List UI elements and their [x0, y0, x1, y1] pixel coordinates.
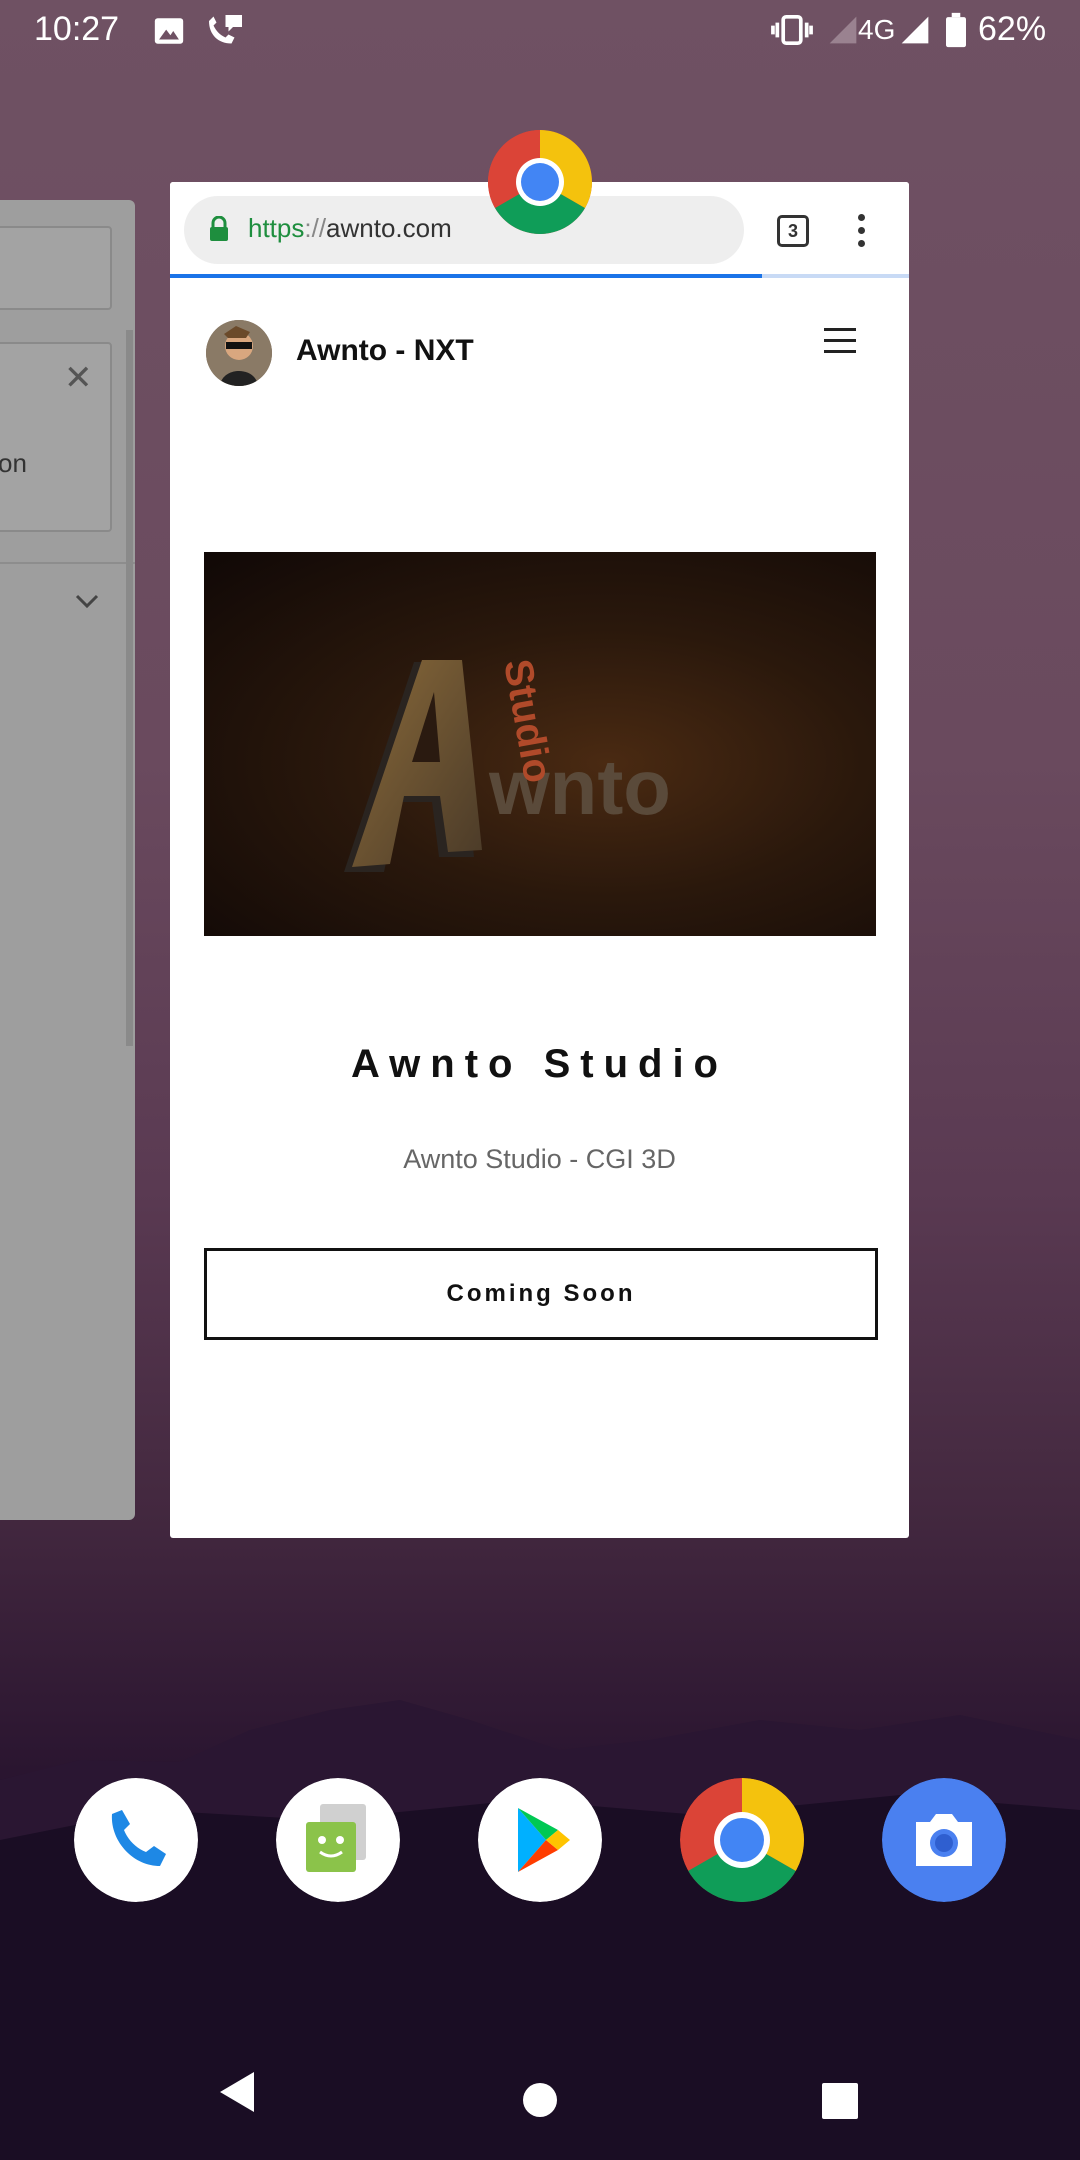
tab-switcher-button[interactable]: 3 — [777, 215, 809, 247]
network-type: 4G — [858, 14, 896, 45]
camera-icon[interactable] — [882, 1778, 1006, 1902]
call-notification-icon — [209, 15, 242, 44]
messages-icon[interactable] — [276, 1778, 400, 1902]
bg-card-text: on — [0, 448, 27, 478]
site-avatar[interactable] — [206, 320, 272, 386]
bg-card-field — [0, 226, 112, 310]
close-icon[interactable]: ✕ — [64, 358, 93, 398]
chrome-app-icon[interactable] — [486, 128, 594, 236]
image-notification-icon — [154, 18, 184, 44]
chevron-down-icon[interactable] — [74, 592, 100, 610]
bg-card-notice — [0, 342, 112, 532]
phone-icon[interactable] — [74, 1778, 198, 1902]
back-button-icon[interactable] — [216, 2070, 258, 2114]
awnto-studio-logo: wnto Studio — [344, 656, 671, 872]
overflow-menu-icon[interactable] — [858, 214, 866, 253]
play-store-icon[interactable] — [478, 1778, 602, 1902]
home-button-icon[interactable] — [522, 2082, 558, 2118]
url-separator: :// — [304, 213, 327, 243]
coming-soon-button[interactable]: Coming Soon — [204, 1248, 878, 1340]
recent-app-card-chrome[interactable]: https://awnto.com 3 Awnto - NXT wnto Stu… — [170, 182, 909, 1538]
signal-sim1-icon — [829, 16, 857, 44]
divider — [0, 562, 135, 564]
hamburger-menu-icon[interactable] — [824, 328, 856, 361]
battery-icon — [946, 12, 966, 48]
status-bar: 10:27 4G 62% — [0, 0, 1080, 62]
hero-banner-image: wnto Studio — [204, 552, 876, 936]
page-title: Awnto Studio — [351, 1042, 728, 1086]
url-scheme: https — [248, 213, 305, 243]
chrome-icon[interactable] — [680, 1778, 804, 1902]
status-time: 10:27 — [34, 10, 120, 48]
page-subtitle: Awnto Studio - CGI 3D — [403, 1144, 676, 1174]
url-text[interactable]: https://awnto.com — [248, 213, 452, 244]
signal-sim2-icon — [901, 16, 929, 44]
recent-app-card-left[interactable]: ✕ on — [0, 200, 135, 1520]
battery-level: 62% — [978, 10, 1047, 48]
lock-icon — [210, 216, 228, 241]
vibrate-icon — [771, 14, 813, 46]
site-name[interactable]: Awnto - NXT — [296, 334, 474, 368]
site-header: Awnto - NXT — [170, 278, 909, 398]
scrollbar[interactable] — [126, 330, 133, 1046]
url-host: awnto.com — [326, 213, 452, 243]
recents-button-icon[interactable] — [821, 2082, 859, 2120]
